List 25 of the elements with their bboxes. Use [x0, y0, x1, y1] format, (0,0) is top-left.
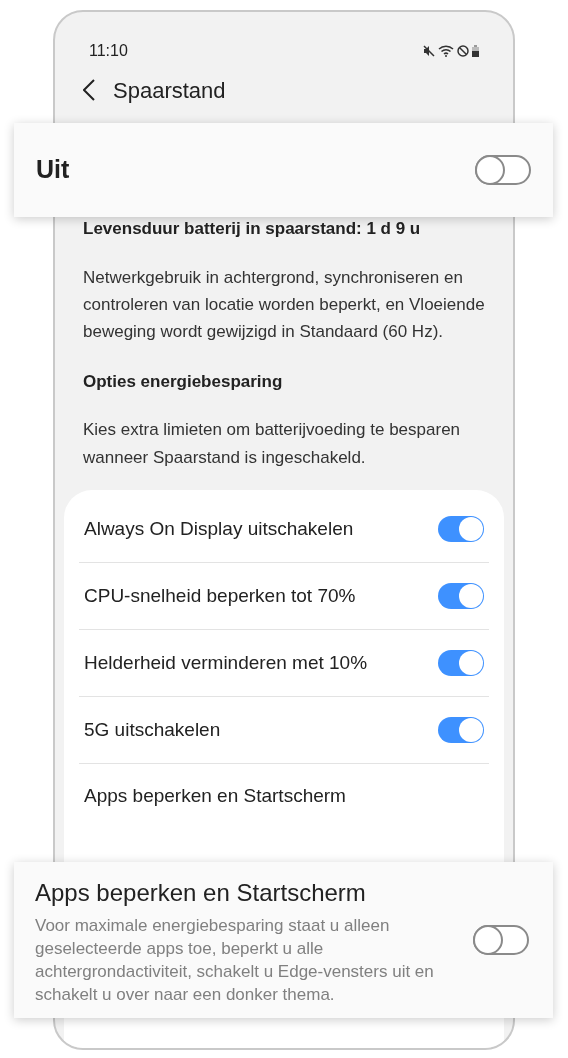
option-label: CPU-snelheid beperken tot 70% [84, 583, 356, 608]
status-time: 11:10 [89, 41, 128, 61]
option-label: Always On Display uitschakelen [84, 516, 354, 541]
page-title: Spaarstand [113, 76, 226, 105]
back-icon[interactable] [83, 79, 95, 101]
toggle-switch[interactable] [438, 717, 484, 743]
wifi-icon [438, 45, 454, 57]
mute-icon [423, 45, 435, 57]
battery-life-text: Levensduur batterij in spaarstand: 1 d 9 u [83, 218, 422, 240]
callout-title: Apps beperken en Startscherm [35, 877, 367, 908]
master-label: Uit [36, 154, 70, 186]
toggle-switch[interactable] [475, 155, 531, 185]
toggle-switch[interactable] [438, 583, 484, 609]
section-heading: Opties energiebesparing [83, 370, 284, 393]
option-label: Helderheid verminderen met 10% [84, 650, 368, 675]
toggle-switch[interactable] [473, 925, 529, 955]
callout-description: Voor maximale energiebesparing staat u alleen geselecteerde apps toe, beperkt u alle achtergrondactiviteit, schakelt u Edge-vensters uit en schakelt u over naar een donker thema. [35, 914, 435, 1006]
toggle-switch[interactable] [438, 516, 484, 542]
section-description: Kies extra limieten om batterijvoeding te besparen wanneer Spaarstand is ingeschakeld. [83, 419, 462, 469]
toggle-switch[interactable] [438, 650, 484, 676]
option-label: Apps beperken en Startscherm [84, 785, 346, 806]
description-text: Netwerkgebruik in achtergrond, synchroniseren en controleren van locatie worden beperkt, en Vloeiende beweging wordt gewijzigd in Standaard (60 Hz). [83, 266, 486, 343]
battery-icon [472, 45, 479, 57]
option-label: 5G uitschakelen [84, 717, 221, 742]
blocked-icon [457, 45, 469, 57]
